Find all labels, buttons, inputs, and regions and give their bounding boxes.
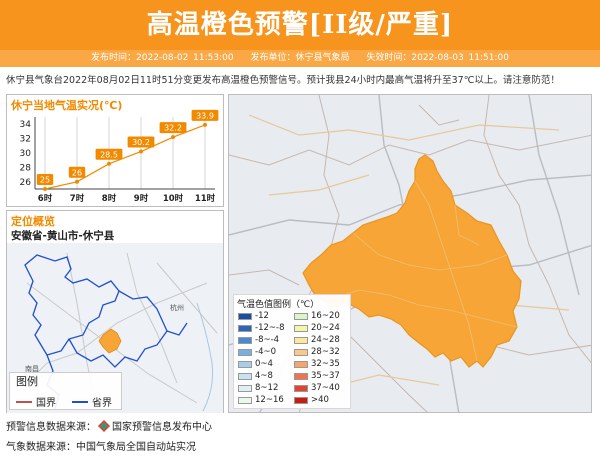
color-legend-item: -8~-4 (238, 335, 279, 345)
color-legend-swatch (294, 336, 308, 344)
warning-meta-bar: 发布时间：2022-08-02 11:53:00 发布单位：休宁县气象局 失效时… (0, 50, 600, 67)
x-tick-label: 8时 (102, 193, 117, 204)
color-legend-swatch (294, 396, 308, 404)
warning-notice: 休宁县气象台2022年08月02日11时51分变更发布高温橙色预警信号。预计我县… (6, 75, 560, 86)
color-legend-swatch (238, 360, 252, 368)
color-legend-item: -12 (238, 311, 269, 321)
color-legend-label: -12 (255, 311, 269, 321)
warning-source: 预警信息数据来源： 国家预警信息发布中心 (6, 418, 212, 433)
expire-time: 失效时间：2022-08-03 11:51:00 (366, 53, 509, 63)
national-border-label: 国界 (36, 398, 56, 409)
legend-province-border: 省界 (72, 394, 112, 409)
color-legend-label: 35~37 (311, 371, 340, 381)
color-legend-label: 0~4 (255, 359, 273, 369)
x-tick-label: 6时 (38, 193, 53, 204)
province-border-swatch (72, 400, 88, 403)
temperature-chart: 34 32 30 28 26 6时 7时 8时 9时 10时 11时 25 26 28.5 30.2 32.2… (20, 109, 219, 204)
national-border-swatch (16, 400, 32, 403)
color-legend-swatch (238, 324, 252, 332)
temperature-point (171, 135, 175, 140)
color-legend-item: 32~35 (294, 359, 340, 369)
warning-center-logo-icon (98, 420, 110, 432)
color-legend-item: 16~20 (294, 311, 340, 321)
data-label: 33.9 (196, 111, 214, 120)
color-legend-swatch (238, 384, 252, 392)
warning-source-label: 预警信息数据来源： (6, 422, 96, 433)
color-legend-item: 12~16 (238, 395, 284, 405)
color-legend-item: 24~28 (294, 335, 340, 345)
temperature-color-legend: 气温色值图例（℃） -12 16~20 -12~-8 20~24 -8~-4 24~28 -… (233, 294, 351, 409)
x-tick-label: 7时 (70, 193, 85, 204)
color-legend-label: 37~40 (311, 383, 340, 393)
data-label: 30.2 (132, 138, 150, 147)
publish-time: 发布时间：2022-08-02 11:53:00 (91, 53, 234, 63)
color-legend-label: -8~-4 (255, 335, 280, 345)
y-tick-label: 34 (20, 120, 32, 130)
boundary-legend-title: 图例 (16, 375, 38, 388)
color-legend-swatch (238, 396, 252, 404)
temperature-panel: 休宁当地气温实况(℃) 34 32 30 28 26 6时 7时 8时 9时 10时 11时 25 26… (6, 94, 224, 207)
color-legend-title: 气温色值图例（℃） (237, 300, 320, 310)
color-legend-label: >40 (311, 395, 329, 405)
color-legend-item: 20~24 (294, 323, 340, 333)
color-legend-label: 24~28 (311, 335, 340, 345)
color-legend-swatch (294, 384, 308, 392)
city-label-hangzhou: 杭州 (170, 303, 184, 312)
color-legend-item: >40 (294, 395, 329, 405)
data-label: 32.2 (164, 124, 182, 133)
y-tick-label: 30 (20, 149, 32, 159)
y-tick-label: 32 (20, 135, 31, 145)
temperature-line (44, 124, 206, 190)
temperature-point (203, 122, 207, 127)
color-legend-label: -12~-8 (255, 323, 285, 333)
data-label: 26 (72, 168, 82, 177)
color-legend-swatch (294, 360, 308, 368)
x-tick-label: 10时 (163, 193, 184, 204)
color-legend-label: 8~12 (255, 383, 279, 393)
color-legend-swatch (294, 372, 308, 380)
y-tick-label: 28 (20, 163, 32, 173)
data-label: 25 (40, 176, 50, 185)
color-legend-item: 4~8 (238, 371, 273, 381)
color-legend-label: -4~0 (255, 347, 277, 357)
color-legend-swatch (238, 336, 252, 344)
x-tick-label: 9时 (134, 193, 149, 204)
color-legend-item: 8~12 (238, 383, 278, 393)
color-legend-swatch (294, 348, 308, 356)
color-legend-label: 28~32 (311, 347, 340, 357)
warning-title: 高温橙色预警[II级/严重] (0, 0, 600, 50)
color-legend-label: 16~20 (311, 311, 340, 321)
color-legend-item: 28~32 (294, 347, 340, 357)
color-legend-item: -4~0 (238, 347, 276, 357)
location-path: 安徽省-黄山市-休宁县 (11, 230, 115, 242)
color-legend-item: 35~37 (294, 371, 340, 381)
temperature-point (43, 187, 47, 191)
temperature-point (107, 161, 111, 166)
color-legend-label: 32~35 (311, 359, 340, 369)
legend-national-border: 国界 (16, 394, 56, 409)
color-legend-swatch (294, 324, 308, 332)
color-legend-item: 37~40 (294, 383, 340, 393)
color-legend-swatch (294, 312, 308, 320)
color-legend-item: -12~-8 (238, 323, 284, 333)
color-legend-swatch (238, 348, 252, 356)
data-label: 28.5 (100, 150, 118, 159)
color-legend-label: 4~8 (255, 371, 273, 381)
color-legend-item: 0~4 (238, 359, 273, 369)
temperature-point (75, 179, 79, 184)
warning-source-name[interactable]: 国家预警信息发布中心 (112, 422, 212, 433)
boundary-legend: 图例 国界 省界 (9, 372, 122, 410)
weather-source: 气象数据来源：中国气象局全国自动站实况 (6, 442, 196, 453)
color-legend-label: 20~24 (311, 323, 340, 333)
location-panel-title: 定位概览 (11, 215, 55, 228)
x-tick-label: 11时 (195, 193, 216, 204)
publisher: 发布单位：休宁县气象局 (250, 53, 350, 63)
province-border-label: 省界 (92, 398, 112, 409)
y-tick-label: 26 (20, 178, 32, 188)
temperature-point (139, 149, 143, 154)
color-legend-label: 12~16 (255, 395, 284, 405)
color-legend-swatch (238, 312, 252, 320)
color-legend-swatch (238, 372, 252, 380)
